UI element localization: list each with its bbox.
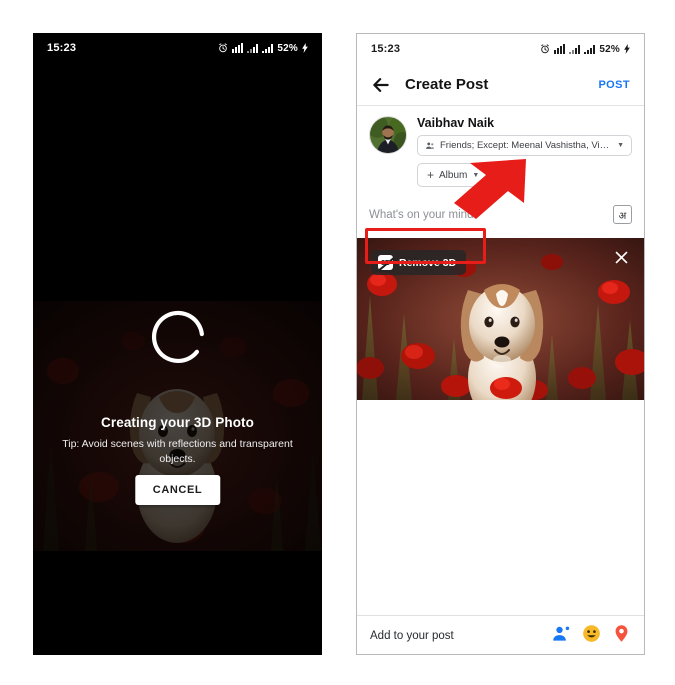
author-name: Vaibhav Naik: [417, 116, 495, 130]
status-time: 15:23: [47, 42, 77, 54]
overlay-text-block: Creating your 3D Photo Tip: Avoid scenes…: [33, 415, 322, 467]
alarm-icon: [218, 43, 228, 53]
battery-percent: 52%: [599, 43, 620, 55]
remove-3d-label: Remove 3D: [399, 256, 457, 269]
overlay-tip: Tip: Avoid scenes with reflections and t…: [62, 438, 293, 466]
close-icon[interactable]: [613, 249, 630, 266]
audience-selector[interactable]: Friends; Except: Meenal Vashistha, Vinay…: [417, 135, 632, 156]
left-phone-screen: 15:23 52% Creating your 3D Photo Tip: Av…: [33, 33, 322, 655]
signal-bars-icon: [569, 44, 581, 54]
post-button[interactable]: POST: [598, 79, 630, 91]
check-in-location-icon[interactable]: [612, 624, 631, 648]
post-author-row: Vaibhav Naik Friends; Except: Meenal Vas…: [357, 106, 644, 193]
feeling-activity-icon[interactable]: [582, 624, 601, 648]
status-bar-left: 15:23 52%: [33, 33, 322, 63]
language-keyboard-icon[interactable]: अ: [613, 205, 632, 224]
status-bar-right: 15:23 52%: [357, 34, 644, 64]
overlay-title: Creating your 3D Photo: [101, 415, 254, 430]
sim-signal-icon: [554, 44, 566, 54]
album-button[interactable]: + Album ▼: [417, 163, 490, 187]
page-title: Create Post: [405, 76, 489, 93]
tag-people-icon[interactable]: [552, 624, 571, 648]
charging-bolt-icon: [302, 43, 308, 53]
status-time: 15:23: [371, 43, 401, 55]
back-arrow-icon[interactable]: [371, 75, 391, 95]
wifi-signal-icon: [584, 44, 596, 54]
remove-3d-icon: 3D: [378, 255, 395, 271]
chevron-down-icon: ▼: [472, 171, 480, 179]
creating-3d-photo-overlay: Creating your 3D Photo Tip: Avoid scenes…: [33, 63, 322, 655]
charging-bolt-icon: [624, 44, 630, 54]
footer-icon-group: [552, 624, 631, 648]
signal-bars-icon: [247, 43, 259, 53]
status-icons: 52%: [540, 44, 630, 55]
cancel-button[interactable]: CANCEL: [134, 475, 221, 505]
post-text-composer[interactable]: What's on your mind? अ: [357, 193, 644, 238]
screenshot-stage: 15:23 52% Creating your 3D Photo Tip: Av…: [0, 0, 675, 685]
create-post-body: Create Post POST Vaibhav Naik Friends; E…: [357, 64, 644, 654]
right-phone-screen: 15:23 52% Create Post POST Vaibhav Naik …: [356, 33, 645, 655]
attached-photo[interactable]: 3D Remove 3D: [357, 238, 644, 400]
album-label: Album: [439, 169, 468, 181]
chevron-down-icon: ▼: [617, 142, 624, 149]
avatar[interactable]: [369, 116, 407, 154]
friends-icon: [425, 141, 435, 151]
loading-spinner: [150, 309, 206, 365]
create-post-header: Create Post POST: [357, 64, 644, 106]
remove-3d-button[interactable]: 3D Remove 3D: [371, 250, 467, 275]
battery-percent: 52%: [277, 42, 298, 54]
composer-placeholder: What's on your mind?: [369, 208, 480, 221]
alarm-icon: [540, 44, 550, 54]
wifi-signal-icon: [262, 43, 274, 53]
plus-icon: +: [427, 168, 435, 182]
empty-content-area: [357, 400, 644, 615]
author-details: Vaibhav Naik Friends; Except: Meenal Vas…: [417, 116, 632, 187]
sim-signal-icon: [232, 43, 244, 53]
audience-label: Friends; Except: Meenal Vashistha, Vinay…: [440, 140, 612, 151]
status-icons: 52%: [218, 43, 308, 54]
add-to-post-label: Add to your post: [370, 629, 454, 642]
add-to-your-post-bar: Add to your post: [357, 615, 644, 654]
